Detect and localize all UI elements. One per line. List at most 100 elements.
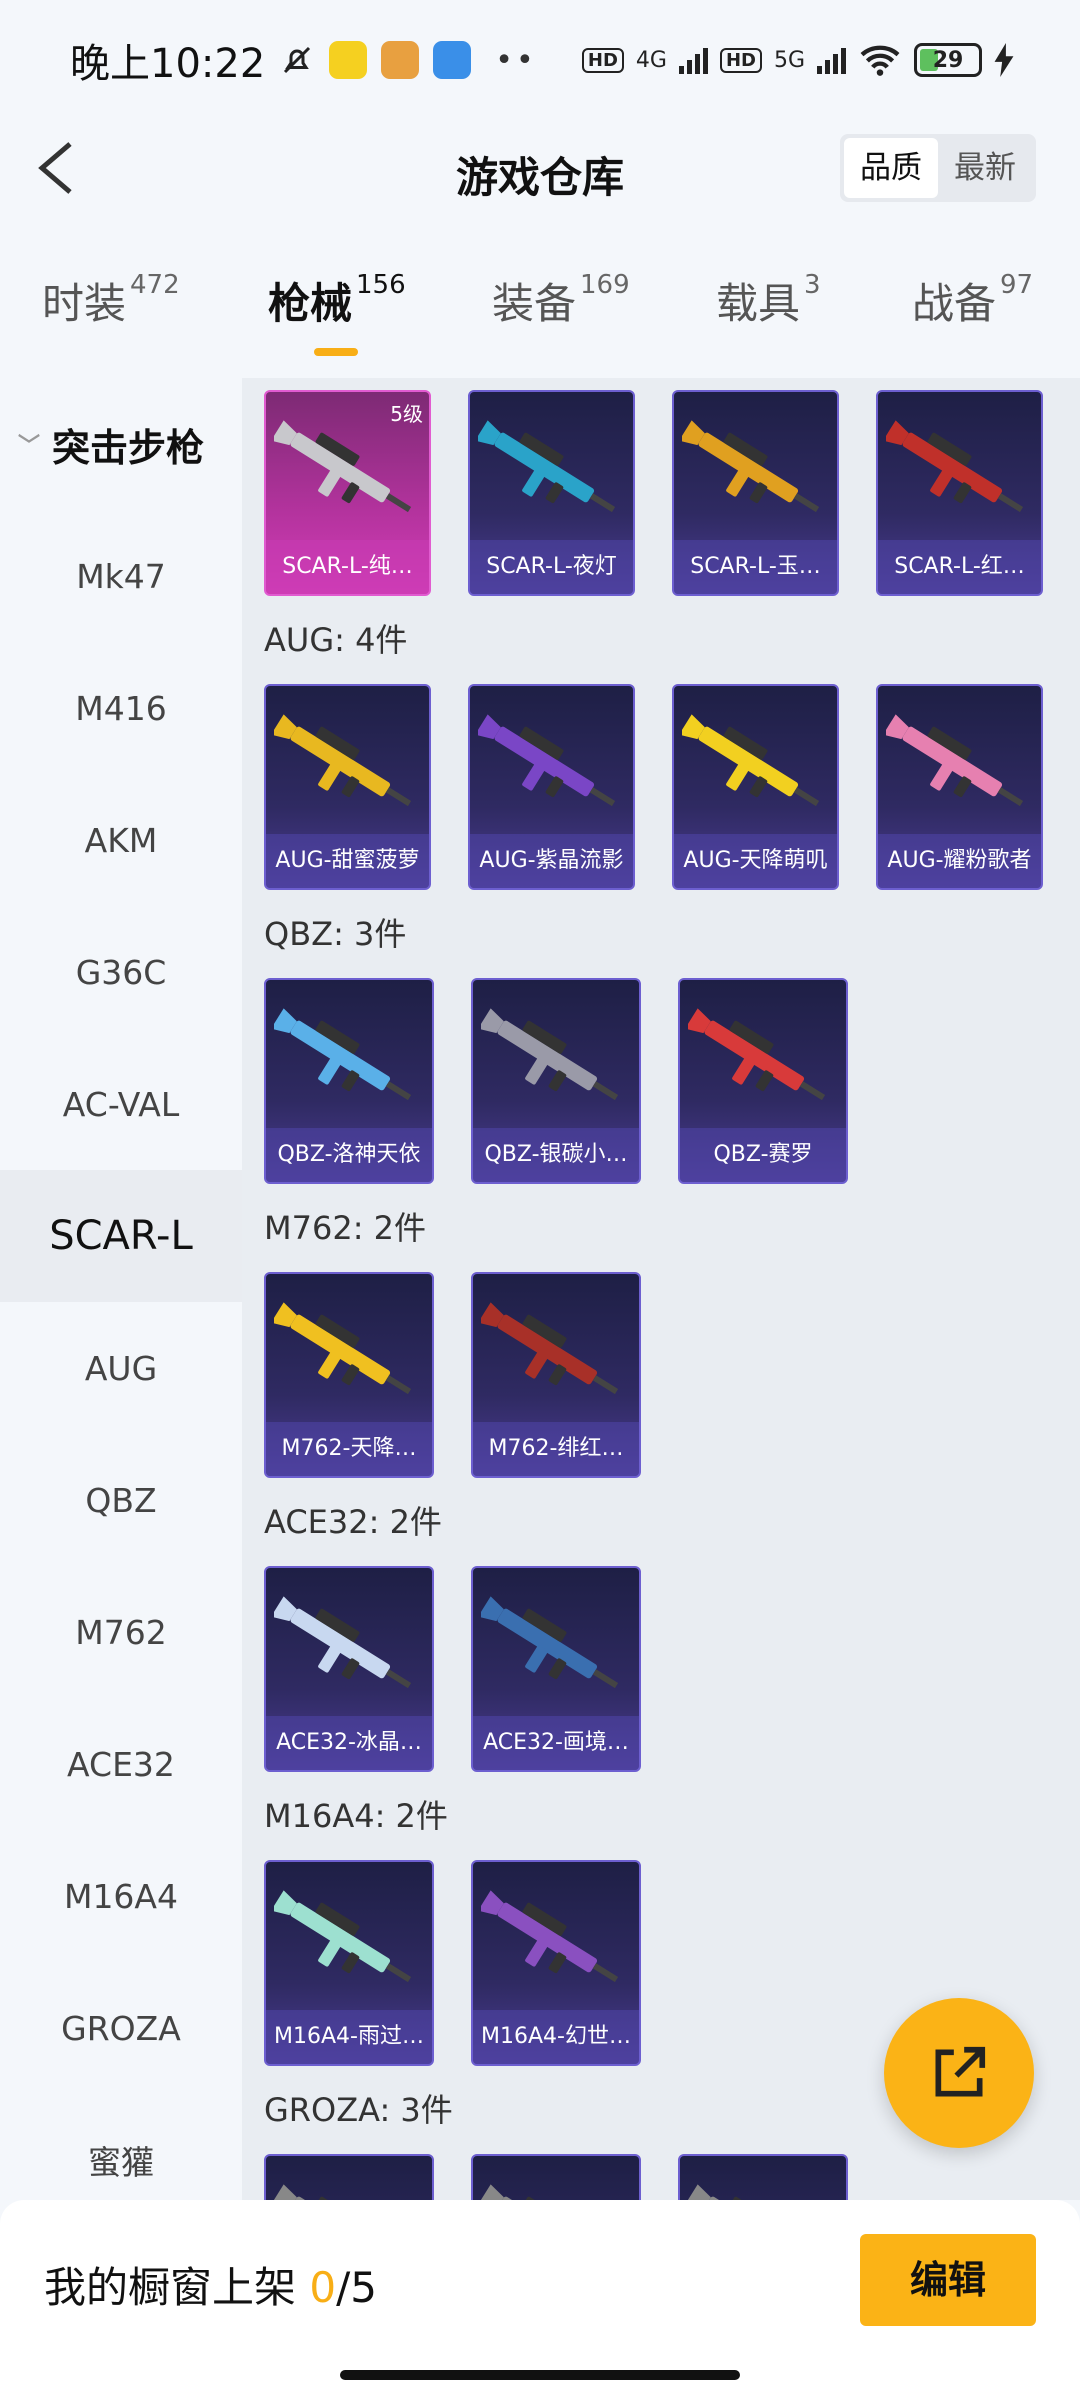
weapon-image: [274, 1008, 412, 1101]
weapon-card[interactable]: AUG-耀粉歌者: [876, 684, 1043, 890]
section-title: ACE32: 2件: [264, 1503, 442, 1541]
sidebar-item[interactable]: ACE32: [0, 1698, 242, 1830]
sidebar-item[interactable]: Mk47: [0, 510, 242, 642]
tab-count: 3: [804, 270, 821, 300]
weapon-card[interactable]: [678, 2154, 848, 2200]
weapon-name: AUG-紫晶流影: [470, 834, 633, 888]
tab-label: 装备: [492, 279, 577, 328]
app-notification-icon: [329, 41, 368, 79]
charging-icon: [994, 43, 1014, 77]
tab-equipment[interactable]: 装备 169: [492, 270, 630, 331]
tab-count: 97: [1000, 270, 1034, 300]
weapon-name: ACE32-画境…: [473, 1716, 639, 1770]
weapon-card[interactable]: M762-绯红…: [471, 1272, 641, 1478]
category-tabs: 时装 472 枪械 156 装备 169 载具 3 战备 97: [0, 270, 1080, 360]
sidebar-item[interactable]: AC-VAL: [0, 1038, 242, 1170]
weapon-card[interactable]: [264, 2154, 434, 2200]
network-type: 4G: [635, 47, 667, 73]
network-type: 5G: [773, 47, 805, 73]
weapon-image: [274, 1302, 412, 1395]
sidebar-item[interactable]: AKM: [0, 774, 242, 906]
weapon-card[interactable]: M762-天降…: [264, 1272, 434, 1478]
signal-icon: [817, 46, 846, 74]
sidebar-group-assault-rifles[interactable]: ﹀ 突击步枪: [0, 378, 242, 510]
weapon-image: [886, 420, 1024, 513]
weapon-row: M762-天降… M762-绯红…: [242, 1260, 1080, 1478]
weapon-card[interactable]: QBZ-洛神天依: [264, 978, 434, 1184]
tab-supplies[interactable]: 战备 97: [912, 270, 1033, 331]
weapon-image: [274, 1596, 412, 1689]
section-title: AUG: 4件: [264, 621, 408, 659]
sidebar-item[interactable]: M416: [0, 642, 242, 774]
sidebar-item[interactable]: M16A4: [0, 1830, 242, 1962]
weapon-image: [688, 2184, 805, 2200]
edit-button[interactable]: 编辑: [860, 2234, 1036, 2326]
wifi-icon: [860, 45, 900, 76]
showcase-label: 我的橱窗上架: [44, 2263, 297, 2312]
showcase-current: 0: [309, 2263, 337, 2312]
weapon-card[interactable]: M16A4-幻世…: [471, 1860, 641, 2066]
tab-vehicles[interactable]: 载具 3: [716, 270, 821, 331]
showcase-bar: 我的橱窗上架 0/5 编辑: [0, 2200, 1080, 2400]
weapon-name: AUG-天降萌叽: [674, 834, 837, 888]
tab-fashion[interactable]: 时装 472: [42, 270, 180, 331]
weapon-card[interactable]: AUG-紫晶流影: [468, 684, 635, 890]
weapon-name: M16A4-雨过…: [266, 2010, 432, 2064]
home-indicator[interactable]: [340, 2370, 740, 2380]
mute-bell-icon: [284, 46, 311, 74]
weapon-image: [478, 714, 616, 807]
weapon-card[interactable]: ACE32-画境…: [471, 1566, 641, 1772]
active-tab-indicator: [314, 348, 358, 356]
weapon-name: SCAR-L-夜灯: [470, 540, 633, 594]
sidebar-item[interactable]: QBZ: [0, 1434, 242, 1566]
sidebar-item[interactable]: AUG: [0, 1302, 242, 1434]
weapon-card[interactable]: QBZ-赛罗: [678, 978, 848, 1184]
share-button[interactable]: [884, 1998, 1034, 2148]
battery-icon: 29: [914, 43, 982, 77]
tab-label: 载具: [716, 279, 801, 328]
weapon-card[interactable]: AUG-甜蜜菠萝: [264, 684, 431, 890]
weapon-image: [481, 2184, 598, 2200]
weapon-type-sidebar: ﹀ 突击步枪 Mk47 M416 AKM G36C AC-VAL SCAR-L AUG QBZ…: [0, 378, 242, 2200]
sidebar-item[interactable]: SCAR-L: [0, 1170, 242, 1302]
weapon-row: AUG-甜蜜菠萝 AUG-紫晶流影 AUG-天降萌叽 AUG-耀粉歌者: [242, 672, 1080, 890]
weapon-image: [481, 1890, 619, 1983]
showcase-total: /5: [336, 2263, 377, 2312]
weapon-name: SCAR-L-玉…: [674, 540, 837, 594]
sort-toggle: 品质 最新: [840, 134, 1036, 202]
sidebar-item[interactable]: M762: [0, 1566, 242, 1698]
tab-guns[interactable]: 枪械 156: [268, 270, 406, 331]
section-title: M16A4: 2件: [264, 1797, 448, 1835]
tab-label: 时装: [42, 279, 127, 328]
status-bar: 晚上10:22 •• HD 4G HD 5G 29: [0, 0, 1080, 120]
sort-quality-button[interactable]: 品质: [844, 138, 938, 198]
weapon-row: QBZ-洛神天依 QBZ-银碳小… QBZ-赛罗: [242, 966, 1080, 1184]
weapon-row: ACE32-冰晶… ACE32-画境…: [242, 1554, 1080, 1772]
weapon-name: SCAR-L-红…: [878, 540, 1041, 594]
weapon-name: QBZ-银碳小…: [473, 1128, 639, 1182]
weapon-card[interactable]: QBZ-银碳小…: [471, 978, 641, 1184]
sort-newest-button[interactable]: 最新: [938, 138, 1032, 198]
weapon-card[interactable]: AUG-天降萌叽: [672, 684, 839, 890]
app-notification-icon: [381, 41, 420, 79]
sidebar-item[interactable]: G36C: [0, 906, 242, 1038]
weapon-card[interactable]: [471, 2154, 641, 2200]
section-title: M762: 2件: [264, 1209, 427, 1247]
chevron-down-icon: ﹀: [18, 434, 41, 459]
status-time: 晚上10:22: [70, 41, 266, 87]
weapon-card[interactable]: ACE32-冰晶…: [264, 1566, 434, 1772]
weapon-card[interactable]: M16A4-雨过…: [264, 1860, 434, 2066]
weapon-row: [242, 2142, 1080, 2200]
tab-count: 472: [130, 270, 180, 300]
weapon-name: ACE32-冰晶…: [266, 1716, 432, 1770]
weapon-card[interactable]: 5级 SCAR-L-纯…: [264, 390, 431, 596]
weapon-card[interactable]: SCAR-L-红…: [876, 390, 1043, 596]
level-badge: 5级: [390, 402, 423, 426]
weapon-card[interactable]: SCAR-L-玉…: [672, 390, 839, 596]
tab-count: 156: [356, 270, 406, 300]
sidebar-item[interactable]: GROZA: [0, 1962, 242, 2094]
more-notifications-icon: ••: [495, 42, 537, 78]
weapon-image: [682, 420, 820, 513]
sidebar-group-label: 突击步枪: [52, 425, 205, 470]
weapon-card[interactable]: SCAR-L-夜灯: [468, 390, 635, 596]
